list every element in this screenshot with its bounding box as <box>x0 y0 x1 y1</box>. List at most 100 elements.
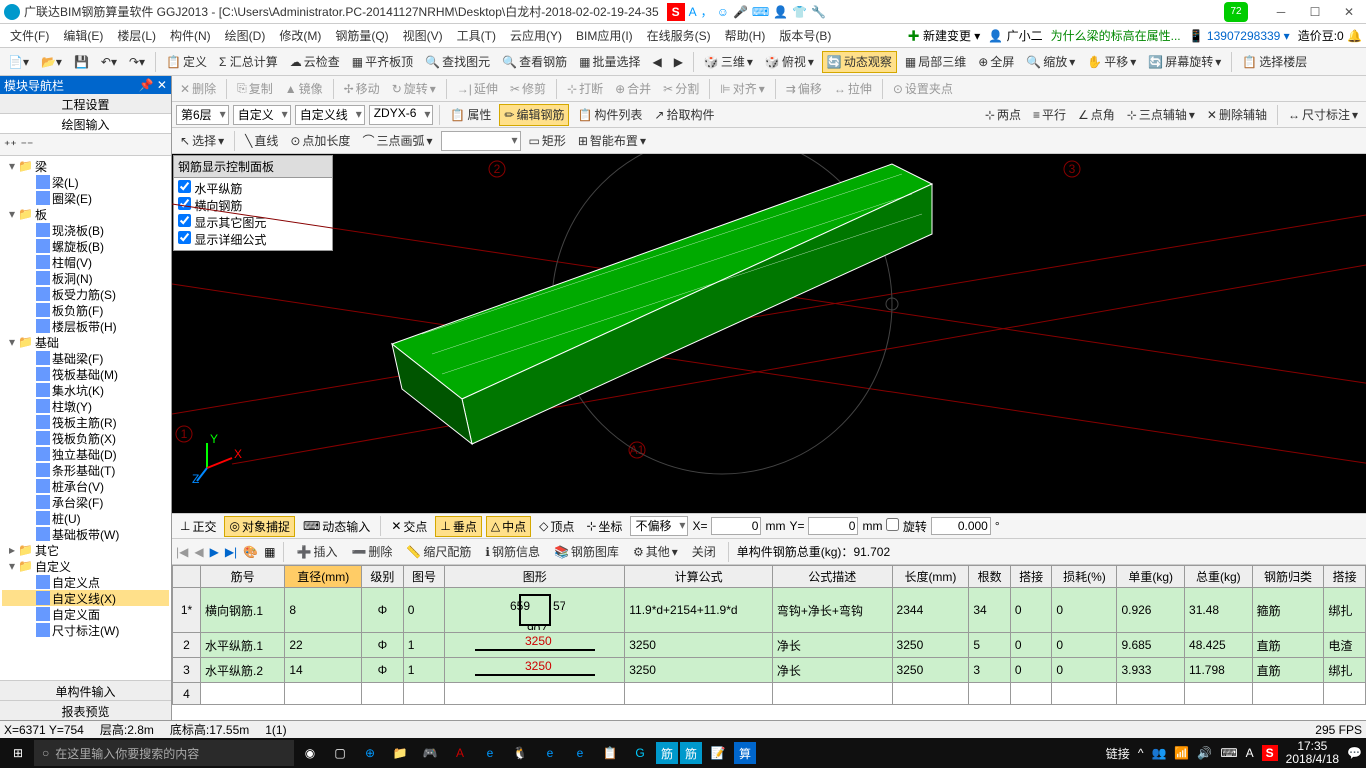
ptlen-button[interactable]: ⊙ 点加长度 <box>286 130 354 152</box>
ime-shirt-icon[interactable]: 👕 <box>792 5 807 19</box>
vertex-snap[interactable]: ◇ 顶点 <box>535 517 578 536</box>
menu-rebar[interactable]: 钢筋量(Q) <box>329 25 394 46</box>
insert-row-button[interactable]: ➕ 插入 <box>292 541 341 563</box>
task-folder[interactable]: 📁 <box>386 739 414 767</box>
new-change-button[interactable]: ✚ 新建变更 ▾ <box>908 27 981 44</box>
ime-icon[interactable]: S <box>667 3 685 21</box>
tray-a-icon[interactable]: A <box>1246 746 1254 760</box>
viewport-3d[interactable]: 钢筋显示控制面板 水平纵筋 横向钢筋 显示其它图元 显示详细公式 2 3 1 <box>172 154 1366 513</box>
nav-prev[interactable]: ◀ <box>194 545 203 559</box>
tray-link[interactable]: 链接 <box>1106 745 1130 762</box>
tray-ime-icon[interactable]: S <box>1262 745 1278 761</box>
collapse-icon[interactable]: ⁻⁻ <box>21 138 34 152</box>
minimize-button[interactable]: ─ <box>1268 2 1294 22</box>
tree-custom-line[interactable]: 自定义线(X) <box>2 590 169 606</box>
custom-combo[interactable]: 自定义 <box>233 105 291 125</box>
phone-label[interactable]: 📱 13907298339 ▾ <box>1189 29 1290 43</box>
ime-mic-icon[interactable]: 🎤 <box>733 5 748 19</box>
task-edge[interactable]: e <box>476 739 504 767</box>
tray-notif-icon[interactable]: 💬 <box>1347 746 1362 760</box>
view-rebar-button[interactable]: 🔍 查看钢筋 <box>498 51 571 73</box>
dim-button[interactable]: ↔ 尺寸标注 ▾ <box>1284 104 1362 126</box>
scale-rebar-button[interactable]: 📏 缩尺配筋 <box>402 541 475 563</box>
close-panel-button[interactable]: 关闭 <box>688 541 720 563</box>
align-button[interactable]: ⊫ 对齐 ▾ <box>716 78 769 100</box>
rotate-button[interactable]: ↻ 旋转 ▾ <box>388 78 440 100</box>
coord-snap[interactable]: ⊹ 坐标 <box>582 517 626 536</box>
menu-view[interactable]: 视图(V) <box>397 25 449 46</box>
taskview-icon[interactable]: ▢ <box>326 739 354 767</box>
rect-button[interactable]: ▭ 矩形 <box>525 130 570 152</box>
nav-next[interactable]: ▶ <box>210 545 219 559</box>
tip-link[interactable]: 为什么梁的标高在属性... <box>1051 27 1181 44</box>
select-floor-button[interactable]: 📋 选择楼层 <box>1238 51 1311 73</box>
task-qq[interactable]: 🐧 <box>506 739 534 767</box>
ime-a-icon[interactable]: A <box>689 5 697 19</box>
tab-single-input[interactable]: 单构件输入 <box>0 680 171 700</box>
zdyx-combo[interactable]: ZDYX-6 <box>369 105 434 125</box>
task-cad[interactable]: A <box>446 739 474 767</box>
menu-draw[interactable]: 绘图(D) <box>219 25 272 46</box>
find-button[interactable]: 🔍 查找图元 <box>421 51 494 73</box>
angle-button[interactable]: ∠ 点角 <box>1074 104 1119 126</box>
fullscreen-button[interactable]: ⊕ 全屏 <box>974 51 1018 73</box>
tray-lang-icon[interactable]: ⌨ <box>1220 746 1237 760</box>
offset-combo[interactable]: 不偏移 <box>630 516 688 536</box>
task-app1[interactable]: ⊕ <box>356 739 384 767</box>
screen-rotate-button[interactable]: 🔄 屏幕旋转 ▾ <box>1144 51 1225 73</box>
side-view-button[interactable]: 🎲 俯视 ▾ <box>761 51 818 73</box>
menu-file[interactable]: 文件(F) <box>4 25 55 46</box>
other-button[interactable]: ⚙ 其他 ▾ <box>629 541 682 563</box>
break-button[interactable]: ⊹ 打断 <box>563 78 607 100</box>
tab-draw-input[interactable]: 绘图输入 <box>0 114 171 134</box>
task-browser[interactable]: G <box>626 739 654 767</box>
ime-kbd-icon[interactable]: ⌨ <box>752 5 769 19</box>
tray-sound-icon[interactable]: 🔊 <box>1197 746 1212 760</box>
task-note[interactable]: 📋 <box>596 739 624 767</box>
smart-button[interactable]: ⊞ 智能布置 ▾ <box>574 130 650 152</box>
open-icon[interactable]: 📂▾ <box>37 51 66 73</box>
3d-button[interactable]: 🎲 三维 ▾ <box>700 51 757 73</box>
task-ggj[interactable]: 筋 <box>656 742 678 764</box>
zoom-button[interactable]: 🔍 缩放 ▾ <box>1022 51 1079 73</box>
move-button[interactable]: ✢ 移动 <box>340 78 384 100</box>
task-ie[interactable]: e <box>566 739 594 767</box>
grid-icon[interactable]: ▦ <box>264 545 275 559</box>
redo-icon[interactable]: ↷▾ <box>125 51 149 73</box>
pan-button[interactable]: ✋ 平移 ▾ <box>1083 51 1140 73</box>
edit-rebar-button[interactable]: ✏ 编辑钢筋 <box>499 104 569 126</box>
cortana-icon[interactable]: ◉ <box>296 739 324 767</box>
trim-button[interactable]: ✂ 修剪 <box>506 78 550 100</box>
delaux-button[interactable]: ✕ 删除辅轴 <box>1203 104 1271 126</box>
start-button[interactable]: ⊞ <box>4 739 32 767</box>
tray-wifi-icon[interactable]: 📶 <box>1174 746 1189 760</box>
mirror-button[interactable]: ▲ 镜像 <box>281 78 327 100</box>
parallel-button[interactable]: ≡ 平行 <box>1029 104 1070 126</box>
user-label[interactable]: 👤 广小二 <box>988 27 1042 44</box>
line-button[interactable]: ╲ 直线 <box>241 130 282 152</box>
task-calc[interactable]: 算 <box>734 742 756 764</box>
stretch-button[interactable]: ↔ 拉伸 <box>830 78 876 100</box>
attr-button[interactable]: 📋 属性 <box>446 104 495 126</box>
menu-edit[interactable]: 编辑(E) <box>57 25 109 46</box>
menu-component[interactable]: 构件(N) <box>164 25 217 46</box>
dynamic-view-button[interactable]: 🔄 动态观察 <box>822 51 897 73</box>
cost-label[interactable]: 造价豆:0 🔔 <box>1298 27 1362 44</box>
menu-floor[interactable]: 楼层(L) <box>111 25 162 46</box>
menu-bim[interactable]: BIM应用(I) <box>570 25 639 46</box>
ime-wrench-icon[interactable]: 🔧 <box>811 5 826 19</box>
delete-row-button[interactable]: ➖ 删除 <box>347 541 396 563</box>
dyninput-toggle[interactable]: ⌨ 动态输入 <box>299 517 374 536</box>
batch-select-button[interactable]: ▦ 批量选择 <box>575 51 644 73</box>
offset-button[interactable]: ⇉ 偏移 <box>782 78 826 100</box>
rebar-lib-button[interactable]: 📚 钢筋图库 <box>550 541 623 563</box>
new-icon[interactable]: 📄▾ <box>4 51 33 73</box>
select-button[interactable]: ↖ 选择 ▾ <box>176 130 228 152</box>
close-button[interactable]: ✕ <box>1336 2 1362 22</box>
nav-last[interactable]: ▶| <box>225 545 237 559</box>
threept-button[interactable]: ⊹ 三点辅轴 ▾ <box>1123 104 1199 126</box>
split-button[interactable]: ✂ 分割 <box>659 78 703 100</box>
ime-user-icon[interactable]: 👤 <box>773 5 788 19</box>
rebar-info-button[interactable]: ℹ 钢筋信息 <box>481 541 544 563</box>
menu-help[interactable]: 帮助(H) <box>719 25 772 46</box>
